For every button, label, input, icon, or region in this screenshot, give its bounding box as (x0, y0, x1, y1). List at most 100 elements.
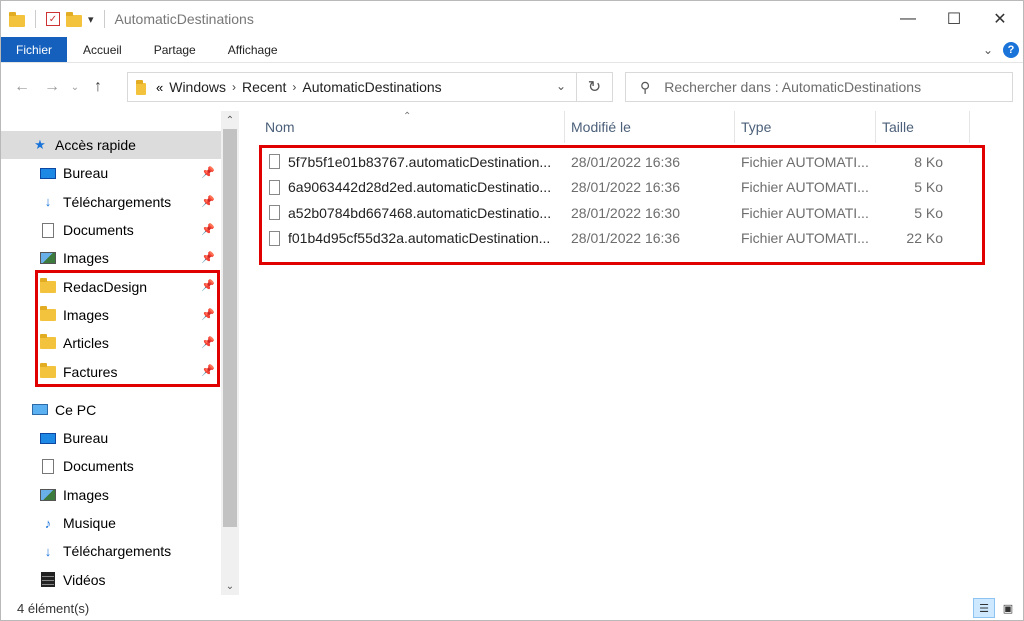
up-button[interactable]: ↑ (83, 72, 113, 102)
maximize-button[interactable]: ☐ (931, 1, 977, 37)
breadcrumb-recent[interactable]: Recent (242, 79, 286, 95)
column-header-name[interactable]: Nom ⌃ (243, 111, 565, 143)
tab-file[interactable]: Fichier (1, 37, 68, 62)
scroll-up-icon[interactable]: ⌃ (221, 111, 239, 129)
nav-label: Documents (63, 222, 134, 239)
nav-label: Ce PC (55, 401, 97, 418)
details-view-icon[interactable]: ☰ (973, 598, 995, 618)
pin-icon[interactable]: 📌 (201, 195, 215, 208)
refresh-button[interactable]: ↻ (577, 72, 613, 102)
window-controls: — ☐ ✕ (885, 1, 1023, 37)
window-title: AutomaticDestinations (114, 11, 254, 27)
nav-label: Accès rapide (55, 137, 136, 154)
help-icon[interactable]: ? (1003, 42, 1019, 58)
nav-label: Téléchargements (63, 193, 172, 210)
search-icon: ⚲ (640, 78, 651, 95)
scrollbar-thumb[interactable] (223, 129, 237, 527)
customize-toolbar-icon[interactable]: ▾ (88, 13, 94, 26)
column-headers: Nom ⌃ Modifié le Type Taille (243, 111, 973, 143)
search-placeholder: Rechercher dans : AutomaticDestinations (664, 79, 922, 95)
chevron-right-icon[interactable]: › (292, 80, 296, 94)
new-folder-icon[interactable] (66, 12, 82, 27)
nav-label: Documents (63, 458, 134, 475)
pin-icon[interactable]: 📌 (201, 166, 215, 179)
quick-access-toolbar: ✓ ▾ (1, 1, 109, 37)
music-icon: ♪ (44, 515, 52, 531)
nav-item-pc-bureau[interactable]: Bureau (1, 424, 221, 452)
chevron-right-icon[interactable]: › (232, 80, 236, 94)
navigation-bar: ← → ⌄ ↑ « Windows › Recent › AutomaticDe… (1, 63, 1023, 111)
desktop-icon (39, 430, 57, 446)
folder-icon (9, 12, 25, 27)
scroll-down-icon[interactable]: ⌄ (221, 577, 239, 595)
toolbar-divider (35, 10, 36, 28)
nav-label: Musique (63, 515, 116, 531)
nav-item-bureau[interactable]: Bureau 📌 (1, 159, 221, 187)
navigation-pane: ★ Accès rapide Bureau 📌 ↓ Téléchargement… (1, 111, 241, 595)
nav-label: Images (63, 486, 109, 503)
image-icon (39, 250, 57, 266)
file-list: Nom ⌃ Modifié le Type Taille 5f7b5f1e01b… (243, 111, 1023, 595)
item-count: 4 élément(s) (17, 600, 90, 616)
nav-item-telechargements[interactable]: ↓ Téléchargements 📌 (1, 188, 221, 216)
expand-ribbon-icon[interactable]: ⌄ (983, 43, 993, 57)
nav-item-images[interactable]: Images 📌 (1, 244, 221, 272)
column-label: Modifié le (571, 119, 631, 135)
toolbar-divider (103, 10, 105, 28)
nav-this-pc[interactable]: Ce PC (1, 396, 221, 424)
breadcrumb-overflow[interactable]: « (156, 80, 163, 95)
tab-home[interactable]: Accueil (67, 37, 138, 62)
pin-icon[interactable]: 📌 (201, 251, 215, 264)
nav-label: Bureau (63, 165, 109, 182)
column-label: Taille (882, 119, 914, 135)
nav-item-pc-musique[interactable]: ♪ Musique (1, 509, 221, 537)
column-label: Nom (265, 119, 295, 135)
chevron-down-icon[interactable]: ⌄ (556, 79, 566, 93)
breadcrumb-automaticdestinations[interactable]: AutomaticDestinations (302, 79, 441, 95)
nav-item-pc-images[interactable]: Images (1, 481, 221, 509)
nav-quick-access[interactable]: ★ Accès rapide (1, 131, 221, 160)
minimize-button[interactable]: — (885, 1, 931, 37)
view-switcher: ☰ ▣ (973, 598, 1019, 618)
folder-icon (136, 79, 146, 95)
document-icon (39, 222, 57, 238)
nav-item-pc-videos[interactable]: Vidéos (1, 565, 221, 593)
nav-item-pc-telechargements[interactable]: ↓ Téléchargements (1, 537, 221, 565)
recent-locations-button[interactable]: ⌄ (67, 72, 83, 102)
back-button[interactable]: ← (7, 72, 37, 102)
nav-label: Téléchargements (63, 543, 172, 560)
nav-scrollbar[interactable]: ⌃ ⌄ (221, 111, 239, 595)
status-bar: 4 élément(s) ☰ ▣ (1, 595, 1023, 620)
ribbon-tabs: Fichier Accueil Partage Affichage ⌄ ? (1, 37, 1023, 63)
sort-ascending-icon: ⌃ (403, 111, 412, 122)
address-bar[interactable]: « Windows › Recent › AutomaticDestinatio… (127, 72, 577, 102)
close-button[interactable]: ✕ (977, 1, 1023, 37)
download-icon: ↓ (44, 194, 52, 210)
computer-icon (31, 402, 49, 418)
explorer-window: ✓ ▾ AutomaticDestinations — ☐ ✕ Fichier … (0, 0, 1024, 621)
search-input[interactable]: ⚲ Rechercher dans : AutomaticDestination… (625, 72, 1013, 102)
download-icon: ↓ (44, 543, 52, 559)
star-icon: ★ (34, 137, 46, 153)
ribbon-right: ⌄ ? (983, 37, 1019, 63)
large-icons-view-icon[interactable]: ▣ (997, 598, 1019, 618)
nav-item-pc-documents[interactable]: Documents (1, 452, 221, 480)
nav-label: Vidéos (63, 571, 106, 588)
image-icon (39, 487, 57, 503)
column-header-type[interactable]: Type (735, 111, 876, 143)
desktop-icon (39, 165, 57, 181)
pin-icon[interactable]: 📌 (201, 223, 215, 236)
column-header-size[interactable]: Taille (876, 111, 970, 143)
breadcrumb-windows[interactable]: Windows (169, 79, 226, 95)
column-label: Type (741, 119, 772, 135)
nav-item-documents[interactable]: Documents 📌 (1, 216, 221, 244)
column-header-modified[interactable]: Modifié le (565, 111, 735, 143)
highlight-box-files (259, 145, 985, 265)
nav-label: Bureau (63, 430, 109, 447)
highlight-box-pinned-folders (35, 270, 220, 387)
tab-share[interactable]: Partage (138, 37, 212, 62)
tab-view[interactable]: Affichage (212, 37, 294, 62)
document-icon (39, 458, 57, 474)
properties-icon[interactable]: ✓ (46, 12, 60, 26)
forward-button[interactable]: → (37, 72, 67, 102)
